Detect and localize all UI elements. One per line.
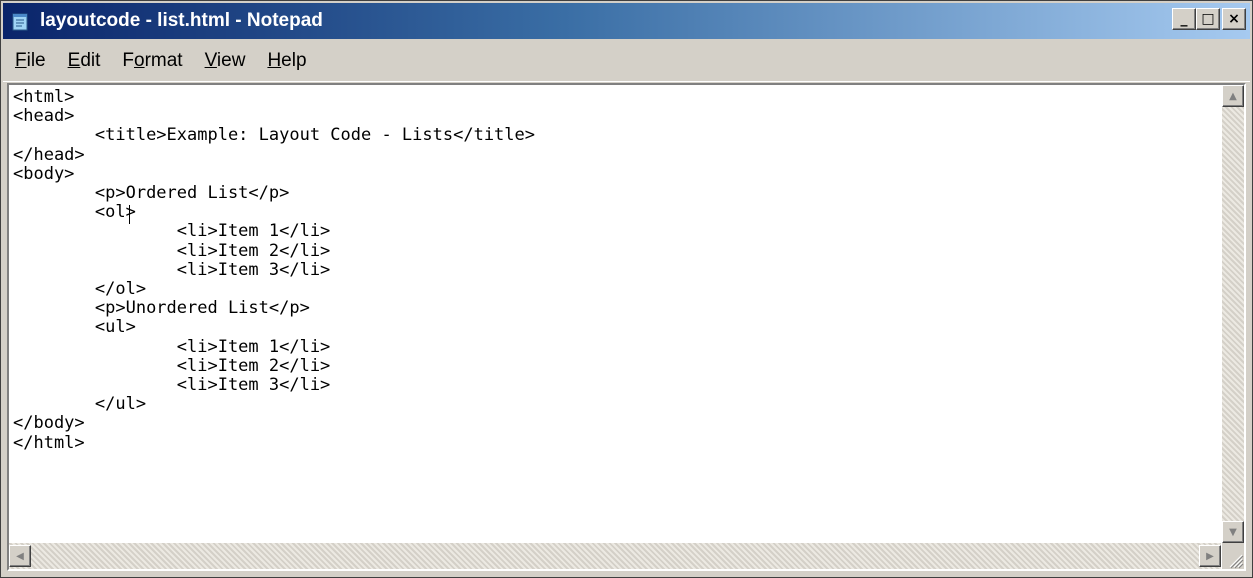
scroll-left-icon: ◀	[16, 550, 24, 562]
horizontal-scrollbar[interactable]: ◀ ▶	[9, 543, 1221, 569]
menu-view-accel: V	[204, 50, 217, 71]
menu-edit-label: dit	[80, 50, 101, 71]
maximize-icon: □	[1201, 11, 1215, 27]
menu-edit[interactable]: Edit	[58, 50, 111, 72]
notepad-icon[interactable]	[10, 10, 32, 32]
caption-buttons: _ □ ×	[1172, 8, 1246, 30]
menu-format-accel: o	[134, 50, 145, 71]
window-title: layoutcode - list.html - Notepad	[40, 10, 323, 31]
scroll-right-button[interactable]: ▶	[1199, 545, 1221, 567]
scroll-left-button[interactable]: ◀	[9, 545, 31, 567]
menu-help-label: elp	[281, 50, 307, 71]
close-icon: ×	[1228, 11, 1240, 27]
scroll-down-button[interactable]: ▼	[1222, 521, 1244, 543]
text-caret	[129, 205, 130, 224]
scroll-up-button[interactable]: ▲	[1222, 85, 1244, 107]
menu-edit-accel: E	[67, 50, 81, 71]
menu-help-accel: H	[267, 50, 282, 71]
title-bar[interactable]: layoutcode - list.html - Notepad _ □ ×	[3, 3, 1250, 39]
minimize-button[interactable]: _	[1172, 8, 1196, 30]
editor-content[interactable]: <html> <head> <title>Example: Layout Cod…	[9, 85, 1221, 453]
menu-bar: File Edit Format View Help	[3, 41, 1250, 82]
scroll-down-icon: ▼	[1229, 526, 1237, 538]
menu-view-label: iew	[216, 50, 246, 71]
text-editor[interactable]: <html> <head> <title>Example: Layout Cod…	[9, 85, 1221, 543]
scroll-up-icon: ▲	[1229, 90, 1237, 102]
notepad-window: layoutcode - list.html - Notepad _ □ × F…	[0, 0, 1253, 578]
menu-view[interactable]: View	[195, 50, 256, 72]
size-grip-icon[interactable]	[1222, 543, 1244, 569]
menu-format-prefix: F	[122, 50, 134, 71]
minimize-icon: _	[1180, 11, 1188, 27]
scroll-right-icon: ▶	[1206, 550, 1214, 562]
menu-file[interactable]: File	[5, 50, 56, 72]
menu-file-accel: F	[15, 50, 27, 71]
menu-format-label: rmat	[144, 50, 183, 71]
editor-frame: <html> <head> <title>Example: Layout Cod…	[7, 83, 1246, 571]
maximize-button[interactable]: □	[1196, 8, 1220, 30]
vertical-scrollbar[interactable]: ▲ ▼	[1222, 85, 1244, 543]
menu-file-label: ile	[26, 50, 46, 71]
menu-format[interactable]: Format	[112, 50, 192, 72]
close-button[interactable]: ×	[1222, 8, 1246, 30]
menu-help[interactable]: Help	[257, 50, 316, 72]
